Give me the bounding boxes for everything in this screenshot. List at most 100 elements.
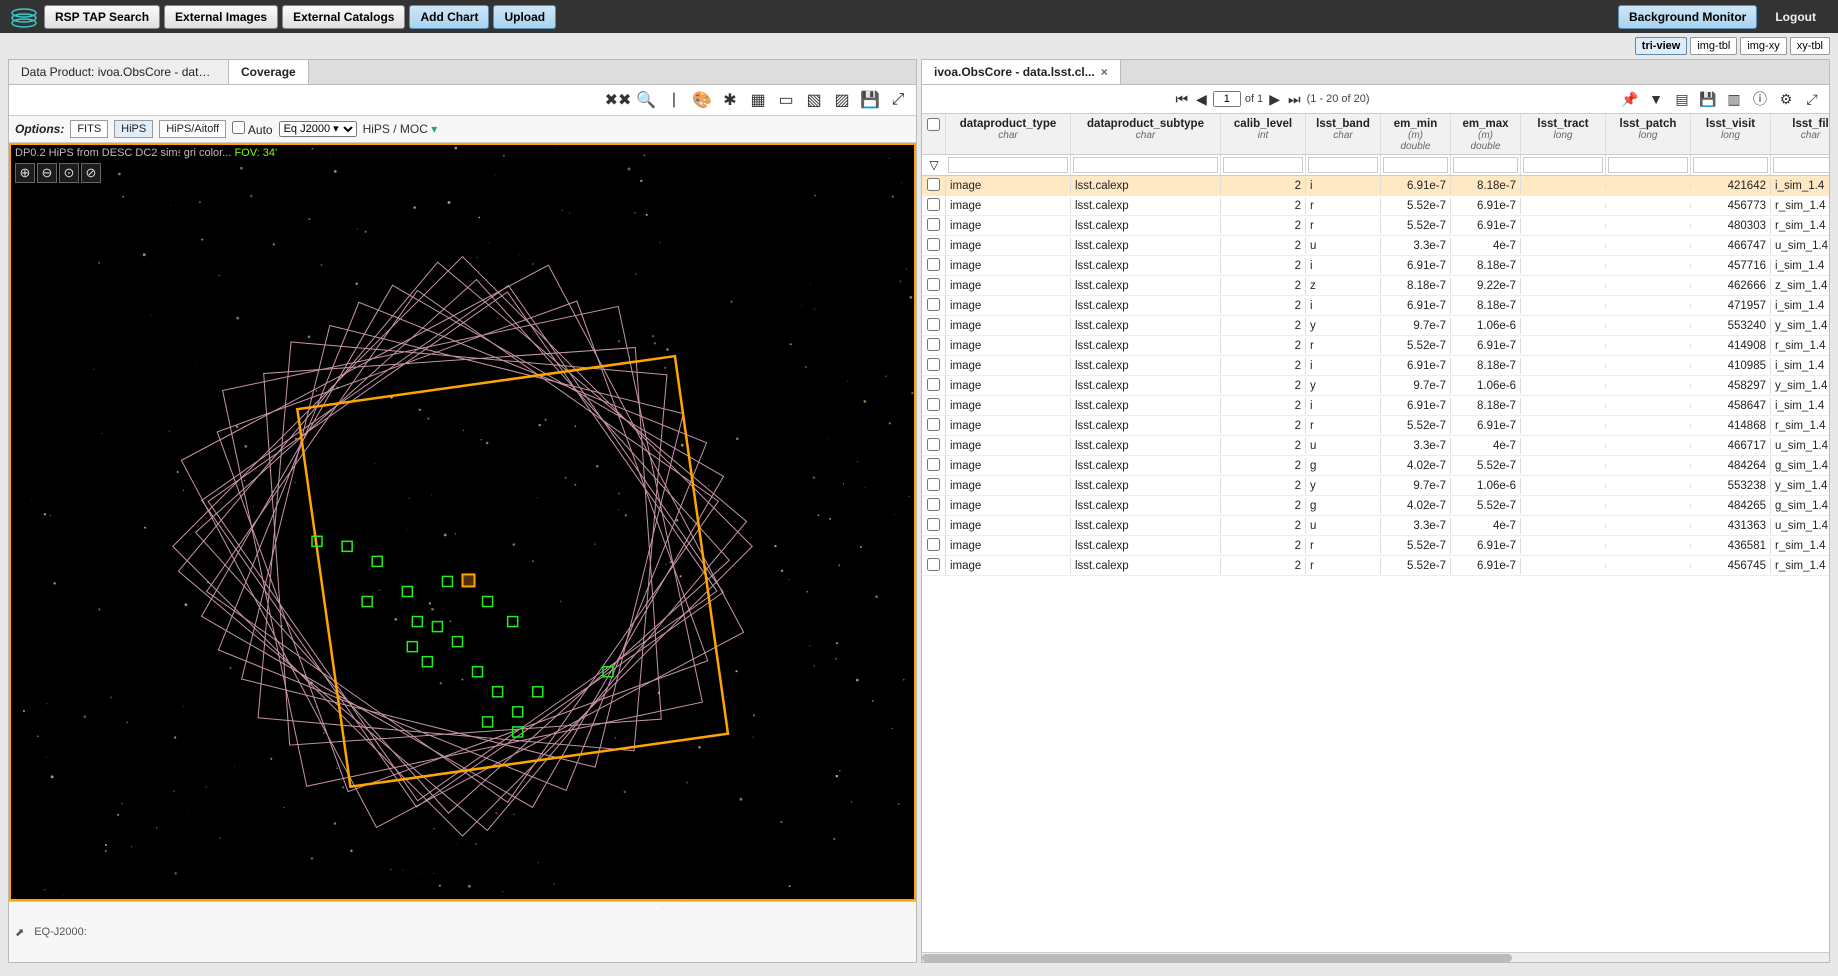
table-row[interactable]: imagelsst.calexp 2r 5.52e-76.91e-7 45674… xyxy=(922,556,1829,576)
expand-icon[interactable]: ⤢ xyxy=(886,88,910,112)
tab-data-product[interactable]: Data Product: ivoa.ObsCore - data.lsst..… xyxy=(9,60,229,84)
table-row[interactable]: imagelsst.calexp 2r 5.52e-76.91e-7 41486… xyxy=(922,416,1829,436)
filter-dataproduct-subtype[interactable] xyxy=(1073,157,1218,173)
nav-external-images[interactable]: External Images xyxy=(164,5,278,29)
save-table-icon[interactable]: 💾 xyxy=(1697,88,1719,110)
nav-add-chart[interactable]: Add Chart xyxy=(409,5,489,29)
filter-lsst-band[interactable] xyxy=(1308,157,1378,173)
row-checkbox[interactable] xyxy=(927,278,940,291)
funnel-icon[interactable]: ▽ xyxy=(929,158,938,172)
region-icon[interactable]: ▭ xyxy=(774,88,798,112)
select-all-checkbox[interactable] xyxy=(927,118,940,131)
save-icon[interactable]: 💾 xyxy=(858,88,882,112)
zoom-in-icon[interactable]: ⊕ xyxy=(15,163,35,183)
gear-icon[interactable]: ⚙ xyxy=(1775,88,1797,110)
row-checkbox[interactable] xyxy=(927,538,940,551)
filter-calib-level[interactable] xyxy=(1223,157,1303,173)
filter-em-min[interactable] xyxy=(1383,157,1448,173)
layers-icon[interactable]: ▦ xyxy=(746,88,770,112)
row-checkbox[interactable] xyxy=(927,378,940,391)
row-checkbox[interactable] xyxy=(927,198,940,211)
grid-icon[interactable]: ▨ xyxy=(830,88,854,112)
table-row[interactable]: imagelsst.calexp 2g 4.02e-75.52e-7 48426… xyxy=(922,456,1829,476)
row-checkbox[interactable] xyxy=(927,438,940,451)
last-page-icon[interactable]: ⏭ xyxy=(1286,91,1303,108)
filter-lsst-visit[interactable] xyxy=(1693,157,1768,173)
table-row[interactable]: imagelsst.calexp 2i 6.91e-78.18e-7 41098… xyxy=(922,356,1829,376)
sky-image[interactable]: DP0.2 HiPS from DESC DC2 sim: gri color.… xyxy=(9,143,916,901)
columns-icon[interactable]: ▥ xyxy=(1723,88,1745,110)
table-row[interactable]: imagelsst.calexp 2z 8.18e-79.22e-7 46266… xyxy=(922,276,1829,296)
ds9-icon[interactable]: ▧ xyxy=(802,88,826,112)
row-checkbox[interactable] xyxy=(927,358,940,371)
row-checkbox[interactable] xyxy=(927,238,940,251)
marker-icon[interactable]: ✱ xyxy=(718,88,742,112)
row-checkbox[interactable] xyxy=(927,398,940,411)
row-checkbox[interactable] xyxy=(927,518,940,531)
table-row[interactable]: imagelsst.calexp 2i 6.91e-78.18e-7 42164… xyxy=(922,176,1829,196)
row-checkbox[interactable] xyxy=(927,178,940,191)
table-row[interactable]: imagelsst.calexp 2y 9.7e-71.06e-6 458297… xyxy=(922,376,1829,396)
hips-moc-dropdown[interactable]: HiPS / MOC ▾ xyxy=(363,122,438,136)
table-row[interactable]: imagelsst.calexp 2i 6.91e-78.18e-7 45864… xyxy=(922,396,1829,416)
auto-checkbox[interactable]: Auto xyxy=(232,121,272,137)
table-row[interactable]: imagelsst.calexp 2i 6.91e-78.18e-7 45771… xyxy=(922,256,1829,276)
text-view-icon[interactable]: ▤ xyxy=(1671,88,1693,110)
filter-dataproduct-type[interactable] xyxy=(948,157,1068,173)
table-row[interactable]: imagelsst.calexp 2u 3.3e-74e-7 466747u_s… xyxy=(922,236,1829,256)
view-xy-tbl[interactable]: xy-tbl xyxy=(1790,37,1830,55)
next-page-icon[interactable]: ▶ xyxy=(1267,91,1282,108)
nav-external-catalogs[interactable]: External Catalogs xyxy=(282,5,405,29)
row-checkbox[interactable] xyxy=(927,458,940,471)
view-img-tbl[interactable]: img-tbl xyxy=(1690,37,1737,55)
row-checkbox[interactable] xyxy=(927,258,940,271)
row-checkbox[interactable] xyxy=(927,478,940,491)
table-row[interactable]: imagelsst.calexp 2r 5.52e-76.91e-7 43658… xyxy=(922,536,1829,556)
opt-hips[interactable]: HiPS xyxy=(114,120,153,138)
row-checkbox[interactable] xyxy=(927,338,940,351)
page-input[interactable] xyxy=(1213,91,1241,107)
popout-icon[interactable]: ⬈ xyxy=(15,926,24,939)
first-page-icon[interactable]: ⏮ xyxy=(1173,91,1190,108)
nav-tap-search[interactable]: RSP TAP Search xyxy=(44,5,160,29)
row-checkbox[interactable] xyxy=(927,498,940,511)
horizontal-scrollbar[interactable] xyxy=(922,952,1829,962)
table-row[interactable]: imagelsst.calexp 2r 5.52e-76.91e-7 45677… xyxy=(922,196,1829,216)
table-row[interactable]: imagelsst.calexp 2u 3.3e-74e-7 466717u_s… xyxy=(922,436,1829,456)
nav-upload[interactable]: Upload xyxy=(493,5,556,29)
filter-lsst-tract[interactable] xyxy=(1523,157,1603,173)
row-checkbox[interactable] xyxy=(927,318,940,331)
zoom-fit-icon[interactable]: ⊙ xyxy=(59,163,79,183)
row-checkbox[interactable] xyxy=(927,298,940,311)
row-checkbox[interactable] xyxy=(927,218,940,231)
search-icon[interactable]: 🔍 xyxy=(634,88,658,112)
table-tab[interactable]: ivoa.ObsCore - data.lsst.cl...× xyxy=(922,60,1121,84)
zoom-out-icon[interactable]: ⊖ xyxy=(37,163,57,183)
table-row[interactable]: imagelsst.calexp 2r 5.52e-76.91e-7 48030… xyxy=(922,216,1829,236)
prev-page-icon[interactable]: ◀ xyxy=(1194,91,1209,108)
table-row[interactable]: imagelsst.calexp 2y 9.7e-71.06e-6 553238… xyxy=(922,476,1829,496)
row-checkbox[interactable] xyxy=(927,558,940,571)
coord-select[interactable]: Eq J2000 ▾ xyxy=(279,121,357,137)
table-row[interactable]: imagelsst.calexp 2r 5.52e-76.91e-7 41490… xyxy=(922,336,1829,356)
info-icon[interactable]: ⓘ xyxy=(1749,88,1771,110)
close-icon[interactable]: × xyxy=(1101,65,1108,79)
filter-lsst-fil[interactable] xyxy=(1773,157,1830,173)
zoom-11-icon[interactable]: ⊘ xyxy=(81,163,101,183)
table-row[interactable]: imagelsst.calexp 2i 6.91e-78.18e-7 47195… xyxy=(922,296,1829,316)
filter-lsst-patch[interactable] xyxy=(1608,157,1688,173)
palette-icon[interactable]: 🎨 xyxy=(690,88,714,112)
table-row[interactable]: imagelsst.calexp 2y 9.7e-71.06e-6 553240… xyxy=(922,316,1829,336)
pin-icon[interactable]: 📌 xyxy=(1619,88,1641,110)
tab-coverage[interactable]: Coverage xyxy=(229,60,309,84)
view-tri-view[interactable]: tri-view xyxy=(1635,37,1688,55)
filter-icon[interactable]: ▼ xyxy=(1645,88,1667,110)
table-row[interactable]: imagelsst.calexp 2g 4.02e-75.52e-7 48426… xyxy=(922,496,1829,516)
table-body[interactable]: imagelsst.calexp 2i 6.91e-78.18e-7 42164… xyxy=(922,176,1829,952)
background-monitor-button[interactable]: Background Monitor xyxy=(1618,5,1757,29)
row-checkbox[interactable] xyxy=(927,418,940,431)
expand-table-icon[interactable]: ⤢ xyxy=(1801,88,1823,110)
opt-hips-aitoff[interactable]: HiPS/Aitoff xyxy=(159,120,226,138)
table-row[interactable]: imagelsst.calexp 2u 3.3e-74e-7 431363u_s… xyxy=(922,516,1829,536)
opt-fits[interactable]: FITS xyxy=(70,120,108,138)
